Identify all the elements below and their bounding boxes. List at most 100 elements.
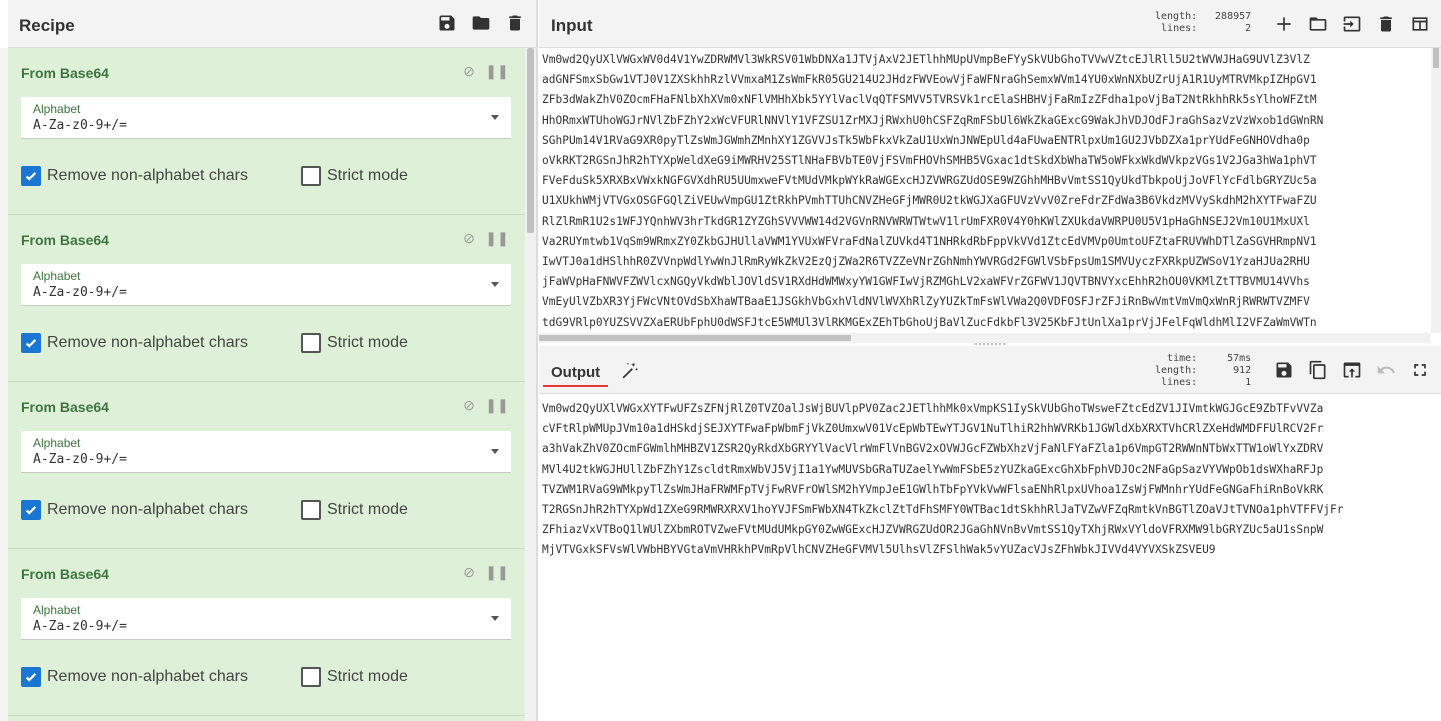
output-line: cVFtRlpWMUpJVm10a1dHSkdjSEJXYTFwaFpWbmFj… [542,422,1324,436]
chevron-down-icon [491,115,499,120]
operation-list: From Base64 ⊘ ❚❚ Alphabet A-Za-z0-9+/= R… [8,48,525,721]
alphabet-select[interactable]: Alphabet A-Za-z0-9+/= [21,97,511,139]
alphabet-value: A-Za-z0-9+/= [33,619,127,634]
length-label: length: [1155,11,1198,22]
checkbox-checked-icon [21,166,41,186]
remove-non-alphabet-checkbox[interactable]: Remove non-alphabet chars [21,500,248,520]
recipe-title: Recipe [19,16,75,35]
alphabet-value: A-Za-z0-9+/= [33,118,127,133]
output-line: T2RGSnJhR2hTYXpWd1ZXeG9RMWRXRXV1hoYVJFSm… [542,503,1344,517]
trash-icon[interactable] [1375,13,1397,35]
panel-divider[interactable] [536,0,538,721]
checkbox-checked-icon [21,667,41,687]
alphabet-select[interactable]: Alphabet A-Za-z0-9+/= [21,431,511,473]
input-line: RlZlRmR1U2s1WFJYQnhWV3hrTkdGR1ZYZGhSVVVW… [542,214,1310,228]
time-value: 57ms [1227,353,1252,364]
copy-icon[interactable] [1307,359,1329,381]
output-stats: time: 57ms length: 912 lines: 1 [1155,353,1251,389]
input-line: VmEyUlVZbXR3YjFWcVNtOVdSbXhaWTBaaE1JSGkh… [542,295,1310,309]
input-line: Va2RUYmtwb1VqSm9WRmxZY0ZkbGJHUllaVWM1YVU… [542,234,1317,248]
operation-from-base64[interactable]: From Base64 ⊘ ❚❚ Alphabet A-Za-z0-9+/= R… [8,48,525,215]
checkbox-unchecked-icon [301,166,321,186]
strict-mode-label: Strict mode [327,167,408,184]
disable-icon[interactable]: ⊘ [463,63,475,79]
alphabet-value: A-Za-z0-9+/= [33,285,127,300]
remove-non-alphabet-label: Remove non-alphabet chars [47,668,249,685]
strict-mode-label: Strict mode [327,501,408,518]
checkbox-unchecked-icon [301,500,321,520]
input-title: Input [551,16,593,35]
strict-mode-checkbox[interactable]: Strict mode [301,333,408,353]
recipe-panel: Recipe From Base64 ⊘ ❚❚ Alphabet A-Za-z0… [0,0,538,721]
pause-icon[interactable]: ❚❚ [485,230,508,246]
operation-from-base64[interactable]: From Base64 ⊘ ❚❚ Alphabet A-Za-z0-9+/= R… [8,549,525,716]
output-panel: Output time: 57ms length: 912 lines: 1 Vm0w… [539,346,1441,721]
fullscreen-icon[interactable] [1409,359,1431,381]
input-line: FVeFduSk5XRXBxVWxkNGFGVXdhRU5UUmxweFVtMU… [542,174,1317,188]
remove-non-alphabet-checkbox[interactable]: Remove non-alphabet chars [21,667,248,687]
alphabet-label: Alphabet [33,102,81,116]
layout-icon[interactable] [1409,13,1431,35]
remove-non-alphabet-checkbox[interactable]: Remove non-alphabet chars [21,166,248,186]
alphabet-label: Alphabet [33,436,81,450]
input-panel: Input length: 288957 lines: 2 Vm0wd2QyUXlV… [539,0,1441,345]
input-stats: length: 288957 lines: 2 [1155,11,1251,35]
input-header: Input length: 288957 lines: 2 [539,0,1441,48]
input-horizontal-scroll-thumb[interactable] [539,335,851,341]
output-textarea[interactable]: Vm0wd2QyUXlVWGxXYTFwUFZsZFNjRlZ0TVZOalJs… [539,396,1441,561]
folder-icon[interactable] [1307,13,1329,35]
disable-icon[interactable]: ⊘ [463,564,475,580]
output-line: Vm0wd2QyUXlVWGxXYTFwUFZsZFNjRlZ0TVZOalJs… [542,402,1324,415]
chevron-down-icon [491,616,499,621]
output-tab[interactable]: Output [543,360,609,387]
folder-icon[interactable] [470,12,492,34]
time-label: time: [1167,353,1198,364]
remove-non-alphabet-checkbox[interactable]: Remove non-alphabet chars [21,333,248,353]
alphabet-select[interactable]: Alphabet A-Za-z0-9+/= [21,598,511,640]
save-icon[interactable] [1273,359,1295,381]
strict-mode-checkbox[interactable]: Strict mode [301,667,408,687]
input-horizontal-scrollbar[interactable] [539,333,1430,343]
pause-icon[interactable]: ❚❚ [485,63,508,79]
operation-from-base64[interactable]: From Base64 ⊘ ❚❚ Alphabet A-Za-z0-9+/= R… [8,382,525,549]
disable-icon[interactable]: ⊘ [463,230,475,246]
input-vertical-scrollbar[interactable] [1431,48,1441,333]
operation-title: From Base64 [21,399,109,415]
magic-wand-icon[interactable] [619,360,641,382]
lines-label: lines: [1161,377,1198,388]
recipe-header: Recipe [8,0,538,48]
lines-value: 1 [1245,377,1252,388]
output-line: ZFhiazVxVTBoQ1lWUlZXbmROTVZweFVtMUdUMkpG… [542,523,1324,537]
strict-mode-label: Strict mode [327,334,408,351]
output-line: MVl4U2tkWGJHUllZbFZhY1ZscldtRmxWbVJ5VjI1… [542,462,1324,476]
input-textarea[interactable]: Vm0wd2QyUXlVWGxWV0d4V1YwZDRWMVl3WkRSV01W… [539,48,1430,333]
length-value: 912 [1233,365,1252,376]
save-icon[interactable] [436,12,458,34]
remove-non-alphabet-label: Remove non-alphabet chars [47,334,249,351]
operation-from-base64[interactable]: From Base64 ⊘ ❚❚ Alphabet A-Za-z0-9+/= R… [8,215,525,382]
remove-non-alphabet-label: Remove non-alphabet chars [47,167,249,184]
chevron-down-icon [491,282,499,287]
disable-icon[interactable]: ⊘ [463,397,475,413]
operation-title: From Base64 [21,566,109,582]
pause-icon[interactable]: ❚❚ [485,397,508,413]
plus-icon[interactable] [1273,13,1295,35]
input-line: HhORmxWTUhoWGJrNVlZbFZhY2xWcVFURlNNVlY1V… [542,113,1324,127]
input-line: tdG9VRlp0YUZSVVZXaERUbFphU0dWSFJtcE5WMUl… [542,315,1317,329]
input-line: SGhPUm14V1RVaG9XR0pyTlZsWmJGWmhZMnhXY1ZG… [542,133,1310,147]
alphabet-select[interactable]: Alphabet A-Za-z0-9+/= [21,264,511,306]
replace-input-icon[interactable] [1341,359,1363,381]
checkbox-unchecked-icon [301,667,321,687]
recipe-scroll-thumb[interactable] [527,48,534,233]
pause-icon[interactable]: ❚❚ [485,564,508,580]
strict-mode-checkbox[interactable]: Strict mode [301,500,408,520]
input-vertical-scroll-thumb[interactable] [1433,48,1439,68]
input-line: ZFb3dWakZhV0ZOcmFHaFNlbXhXVm0xNFlVMHhXbk… [542,93,1317,107]
checkbox-unchecked-icon [301,333,321,353]
trash-icon[interactable] [504,12,526,34]
checkbox-checked-icon [21,333,41,353]
input-line: jFaWVpHaFNWVFZWVlcxNGQyVkdWblJOVldSV1RXd… [542,275,1310,289]
import-icon[interactable] [1341,13,1363,35]
strict-mode-checkbox[interactable]: Strict mode [301,166,408,186]
input-line: Vm0wd2QyUXlVWGxWV0d4V1YwZDRWMVl3WkRSV01W… [542,53,1310,66]
